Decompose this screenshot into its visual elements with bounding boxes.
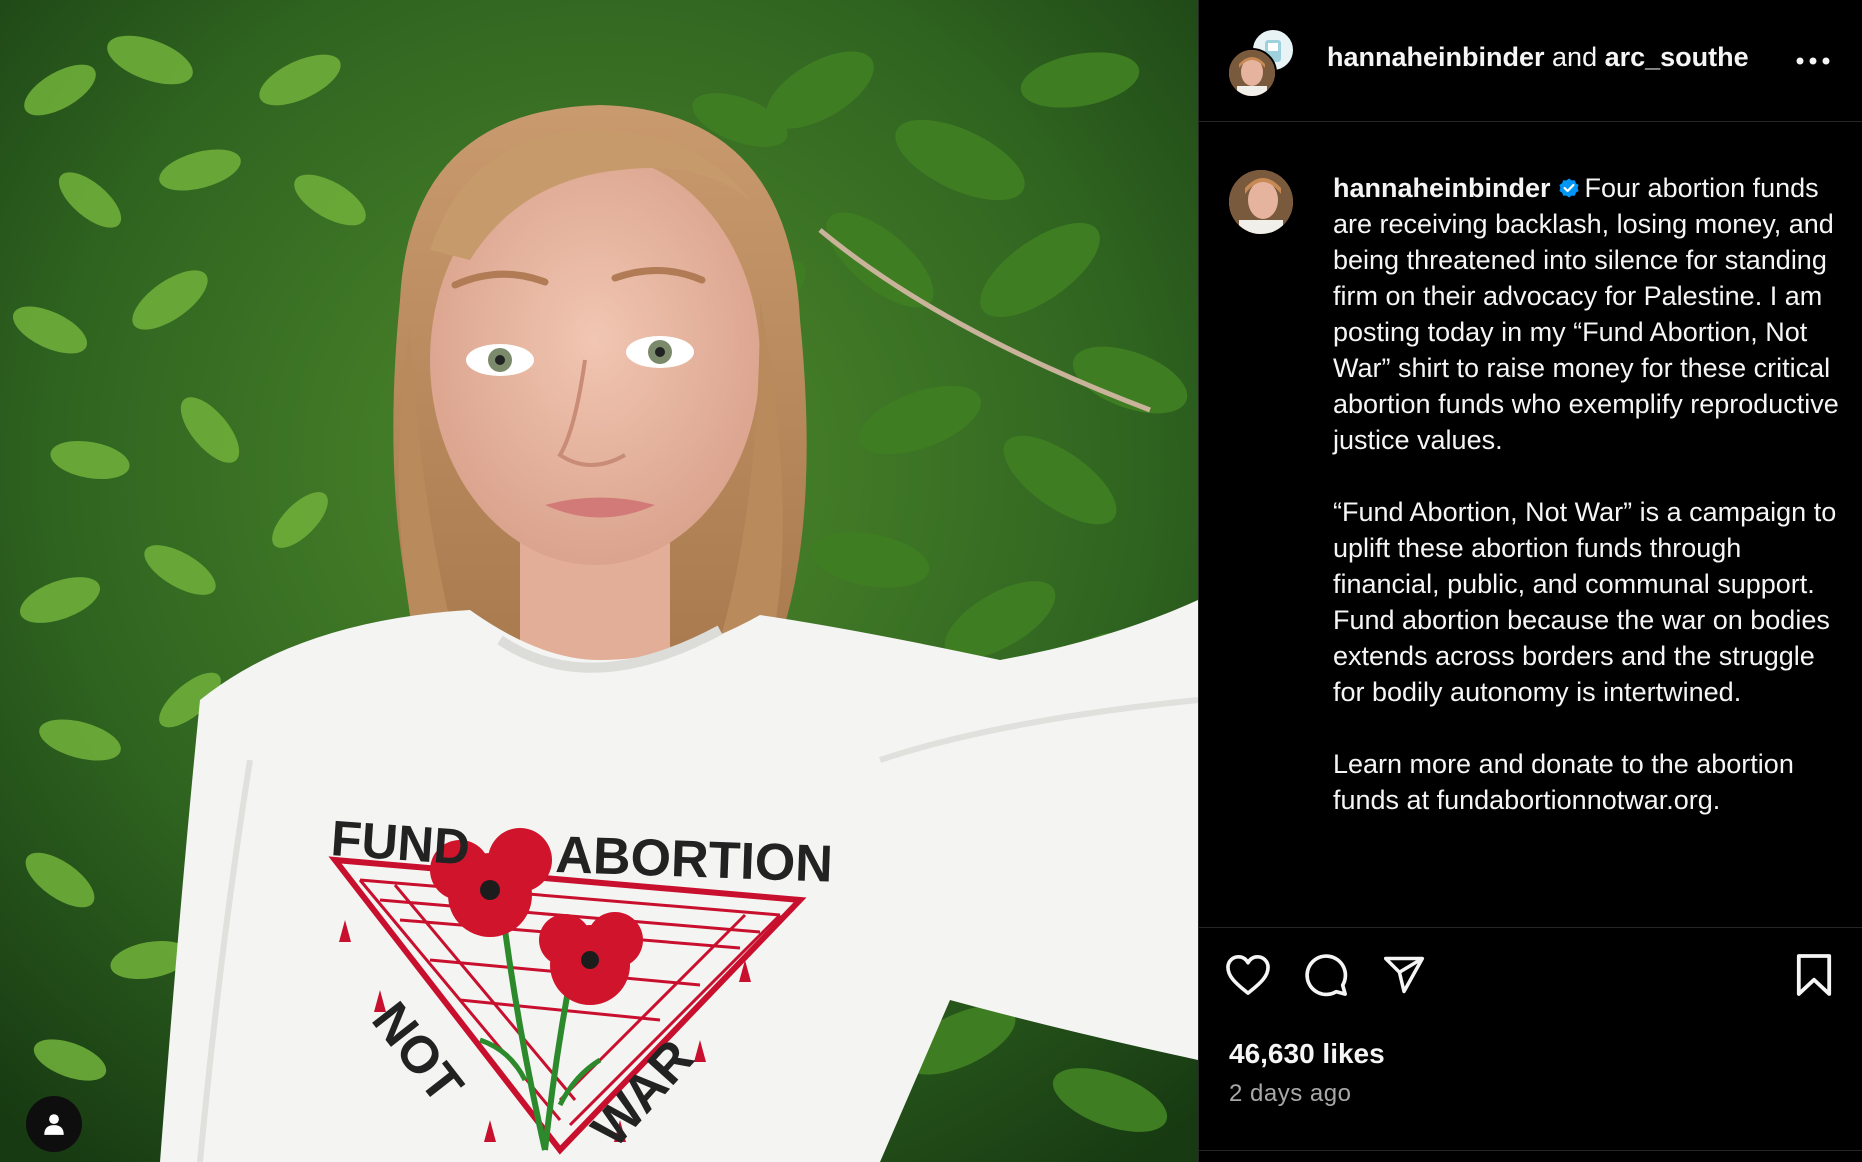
caption-username[interactable]: hannaheinbinder: [1333, 173, 1551, 203]
comment-icon: [1305, 954, 1348, 997]
post-photo[interactable]: FUND ABORTION NOT WAR: [0, 0, 1198, 1162]
save-button[interactable]: [1789, 950, 1839, 1000]
comment-button[interactable]: [1301, 950, 1351, 1000]
collab-avatars[interactable]: [1227, 28, 1297, 98]
verified-badge-icon: [1558, 178, 1579, 198]
caption-paragraph-1: hannaheinbinder Four abortion funds are r…: [1333, 170, 1853, 458]
shirt-word-abortion: ABORTION: [555, 826, 834, 894]
post-header: hannaheinbinder and arc_southe: [1199, 0, 1862, 122]
post-actions-bar: [1199, 950, 1862, 1010]
caption-block: hannaheinbinder Four abortion funds are r…: [1199, 122, 1862, 928]
caption-paragraph-3: Learn more and donate to the abortion fu…: [1333, 749, 1794, 815]
header-connector: and: [1544, 42, 1605, 72]
avatar-hannaheinbinder[interactable]: [1227, 48, 1277, 98]
post-timestamp[interactable]: 2 days ago: [1229, 1080, 1351, 1108]
likes-count[interactable]: 46,630 likes: [1229, 1038, 1385, 1070]
shirt-word-fund: FUND: [329, 810, 471, 876]
comment-input-divider: [1199, 1150, 1862, 1162]
photo-illustration: FUND ABORTION NOT WAR: [0, 0, 1198, 1162]
user-tag-button[interactable]: [26, 1096, 82, 1152]
caption-paragraph-1-text: Four abortion funds are receiving backla…: [1333, 173, 1839, 455]
header-username-2[interactable]: arc_southe: [1605, 42, 1749, 72]
bookmark-icon: [1796, 954, 1832, 996]
caption-paragraph-2: “Fund Abortion, Not War” is a campaign t…: [1333, 497, 1837, 707]
more-options-button[interactable]: [1793, 44, 1833, 78]
instagram-post-view: FUND ABORTION NOT WAR hannaheinbinder an…: [0, 0, 1862, 1162]
like-button[interactable]: [1223, 950, 1273, 1000]
post-header-title: hannaheinbinder and arc_southe: [1327, 42, 1767, 73]
more-horizontal-icon: [1796, 57, 1830, 65]
paper-plane-icon: [1383, 956, 1425, 994]
heart-icon: [1226, 955, 1270, 995]
caption-avatar[interactable]: [1229, 170, 1293, 234]
share-button[interactable]: [1379, 950, 1429, 1000]
header-username-1[interactable]: hannaheinbinder: [1327, 42, 1545, 72]
post-side-panel: hannaheinbinder and arc_southe hannahein…: [1198, 0, 1862, 1162]
caption-text: hannaheinbinder Four abortion funds are r…: [1333, 170, 1853, 854]
user-tag-icon: [44, 1114, 64, 1135]
